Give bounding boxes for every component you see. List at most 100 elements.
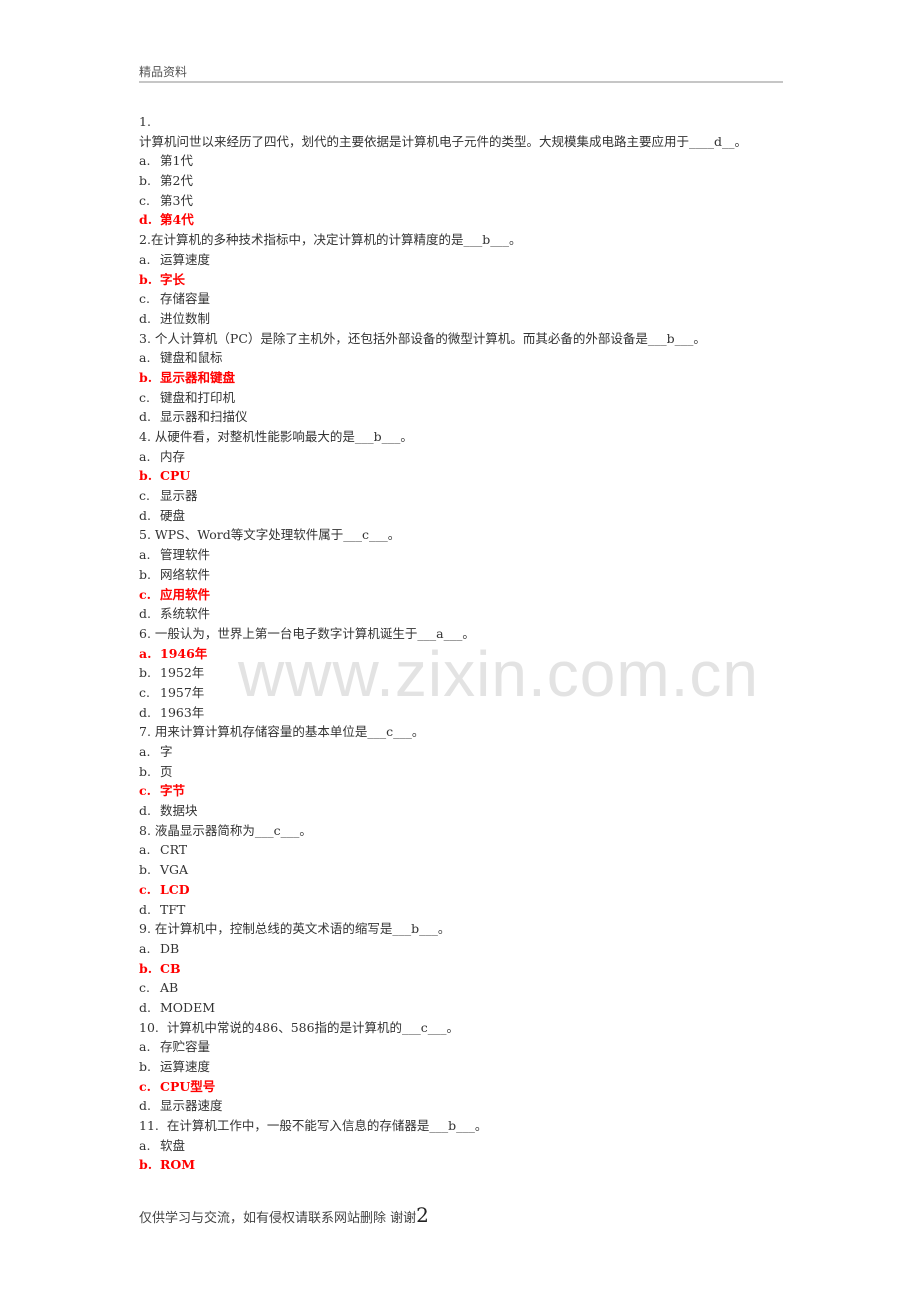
question-text: 用来计算计算机存储容量的基本单位是___c___。: [154, 724, 425, 740]
option-label: b.: [139, 862, 151, 878]
option-text: ROM: [160, 1157, 196, 1173]
question-7-stem: 7. 用来计算计算机存储容量的基本单位是___c___。: [139, 722, 784, 742]
question-number: 11.: [139, 1118, 159, 1134]
option-label: a.: [139, 448, 151, 464]
option-text: 管理软件: [160, 547, 211, 563]
option-text: 显示器和键盘: [160, 369, 236, 385]
option-label: c.: [139, 1078, 151, 1094]
option-label: d.: [139, 507, 151, 523]
question-6-option-b: b. 1952年: [139, 663, 784, 683]
option-text: CRT: [160, 842, 188, 858]
question-10-option-d: d. 显示器速度: [139, 1096, 784, 1116]
option-text: 运算速度: [160, 1059, 211, 1075]
question-5-option-c-correct: c. 应用软件: [139, 585, 784, 605]
header-label: 精品资料: [139, 65, 188, 79]
page-number: 2: [416, 1203, 429, 1227]
question-9-option-b-correct: b. CB: [139, 959, 784, 979]
question-number: 10.: [139, 1019, 159, 1035]
question-3-option-d: d. 显示器和扫描仪: [139, 407, 784, 427]
option-label: b.: [139, 271, 153, 287]
option-text: MODEM: [160, 999, 215, 1015]
option-text: 字长: [160, 271, 186, 287]
question-number: 2.: [139, 232, 151, 248]
option-text: LCD: [160, 881, 190, 897]
question-text: 在计算机的多种技术指标中，决定计算机的计算精度的是___b___。: [150, 232, 522, 248]
option-text: 第3代: [160, 192, 193, 208]
question-11-stem: 11. 在计算机工作中，一般不能写入信息的存储器是___b___。: [139, 1116, 784, 1136]
option-label: b.: [139, 1157, 153, 1173]
question-1-number: 1.: [139, 114, 151, 129]
question-6-option-d: d. 1963年: [139, 703, 784, 723]
option-text: AB: [160, 980, 179, 996]
question-number: 7.: [139, 724, 151, 740]
option-text: 第4代: [160, 212, 194, 228]
question-6-stem: 6. 一般认为，世界上第一台电子数字计算机诞生于___a___。: [139, 624, 784, 644]
option-label: a.: [139, 1137, 151, 1153]
option-text: 字: [160, 744, 173, 760]
option-label: c.: [139, 783, 151, 799]
question-8-option-a: a. CRT: [139, 840, 784, 860]
option-text: 网络软件: [160, 566, 211, 582]
option-label: a.: [139, 350, 151, 366]
option-text: 内存: [160, 448, 186, 464]
question-5-stem: 5. WPS、Word等文字处理软件属于___c___。: [139, 525, 784, 545]
question-2-stem: 2.在计算机的多种技术指标中，决定计算机的计算精度的是___b___。: [139, 230, 784, 250]
question-text: 个人计算机（PC）是除了主机外，还包括外部设备的微型计算机。而其必备的外部设备是…: [154, 330, 706, 346]
option-text: 运算速度: [160, 251, 211, 267]
question-8-option-b: b. VGA: [139, 860, 784, 880]
option-label: d.: [139, 901, 151, 917]
option-label: b.: [139, 566, 151, 582]
option-label: d.: [139, 606, 151, 622]
question-8-option-d: d. TFT: [139, 900, 784, 920]
question-1-option-d-correct: d. 第4代: [139, 210, 784, 230]
option-label: b.: [139, 1059, 151, 1075]
question-9-option-a: a. DB: [139, 939, 784, 959]
question-number: 3.: [139, 330, 151, 346]
page-header: 精品资料: [139, 64, 783, 83]
question-9-option-d: d. MODEM: [139, 998, 784, 1018]
option-label: d.: [139, 212, 153, 228]
question-text: 在计算机中，控制总线的英文术语的缩写是___b___。: [154, 921, 451, 937]
question-4-stem: 4. 从硬件看，对整机性能影响最大的是___b___。: [139, 427, 784, 447]
question-1-stem: 计算机问世以来经历了四代，划代的主要依据是计算机电子元件的类型。大规模集成电路主…: [139, 133, 748, 149]
option-label: d.: [139, 999, 151, 1015]
option-text: 系统软件: [160, 606, 211, 622]
question-2-option-c: c. 存储容量: [139, 289, 784, 309]
option-text: 键盘和鼠标: [160, 350, 223, 366]
question-number: 5.: [139, 527, 151, 543]
option-label: a.: [139, 940, 151, 956]
option-label: c.: [139, 192, 150, 208]
question-9-stem: 9. 在计算机中，控制总线的英文术语的缩写是___b___。: [139, 919, 784, 939]
option-label: d.: [139, 1098, 151, 1114]
question-text: 液晶显示器简称为___c___。: [154, 822, 312, 838]
question-5-option-d: d. 系统软件: [139, 604, 784, 624]
question-number: 8.: [139, 822, 151, 838]
option-label: c.: [139, 980, 150, 996]
option-text: 显示器速度: [160, 1098, 223, 1114]
question-6-option-a-correct: a. 1946年: [139, 644, 784, 664]
option-text: CB: [160, 960, 181, 976]
question-1-option-c: c. 第3代: [139, 191, 784, 211]
question-list: 1. 计算机问世以来经历了四代，划代的主要依据是计算机电子元件的类型。大规模集成…: [139, 112, 784, 1175]
question-text: 在计算机工作中，一般不能写入信息的存储器是___b___。: [166, 1118, 488, 1134]
option-label: a.: [139, 547, 151, 563]
option-text: 显示器: [160, 488, 198, 504]
option-label: b.: [139, 665, 151, 681]
question-6-option-c: c. 1957年: [139, 683, 784, 703]
question-10-option-a: a. 存贮容量: [139, 1037, 784, 1057]
question-10-stem: 10. 计算机中常说的486、586指的是计算机的___c___。: [139, 1018, 784, 1038]
option-text: 字节: [160, 783, 186, 799]
option-text: 存储容量: [160, 291, 211, 307]
option-label: b.: [139, 960, 153, 976]
option-text: CPU型号: [160, 1078, 216, 1094]
question-2-option-b-correct: b. 字长: [139, 270, 784, 290]
question-5-option-a: a. 管理软件: [139, 545, 784, 565]
option-label: c.: [139, 586, 151, 602]
option-text: 显示器和扫描仪: [160, 409, 248, 425]
question-2-option-a: a. 运算速度: [139, 250, 784, 270]
question-10-option-b: b. 运算速度: [139, 1057, 784, 1077]
question-text: 计算机中常说的486、586指的是计算机的___c___。: [166, 1019, 460, 1035]
question-number: 9.: [139, 921, 151, 937]
option-label: d.: [139, 803, 151, 819]
option-label: c.: [139, 291, 150, 307]
